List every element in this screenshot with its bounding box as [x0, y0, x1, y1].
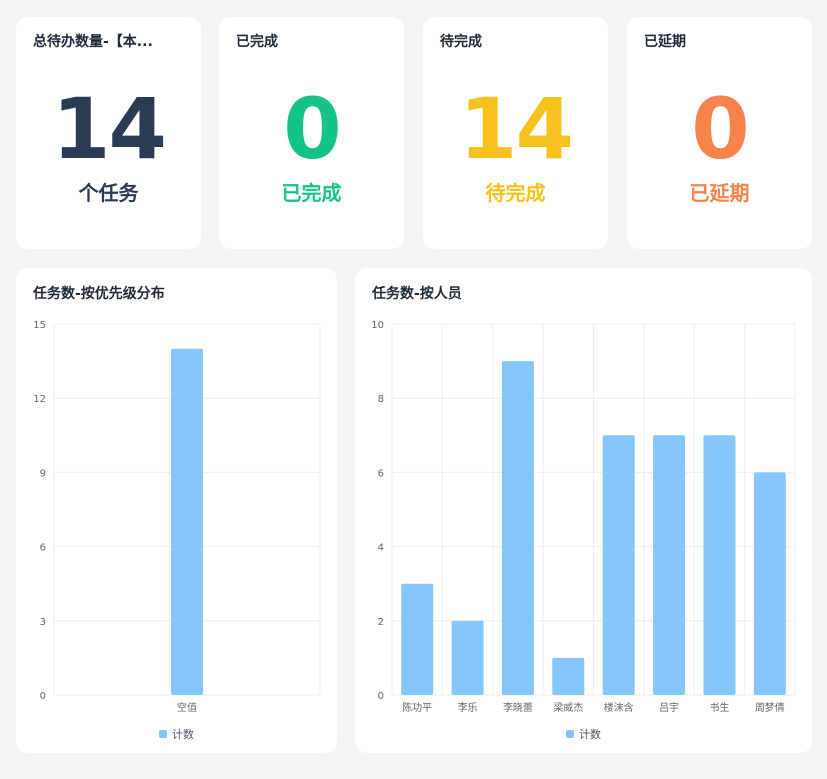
x-tick-label: 周梦倩	[755, 701, 785, 714]
y-tick-label: 6	[40, 543, 46, 554]
y-tick-label: 6	[378, 468, 384, 479]
stat-card-delayed: 已延期 0 已延期	[627, 17, 812, 249]
y-tick-label: 0	[378, 691, 384, 702]
x-tick-label: 楼沫含	[604, 701, 634, 714]
stat-label: 已延期	[689, 181, 750, 205]
bar-吕宇	[653, 435, 686, 695]
priority-chart: 0 3 6 9 12 15 空值	[33, 320, 321, 714]
y-tick-label: 12	[33, 394, 46, 405]
chart-legend[interactable]: 计数	[16, 726, 337, 742]
bar-梁威杰	[552, 657, 585, 695]
legend-swatch	[159, 730, 167, 738]
stat-value: 14	[52, 80, 167, 178]
y-tick-label: 3	[40, 617, 46, 628]
stat-card-total: 总待办数量-【本... 14 个任务	[16, 17, 201, 249]
stat-title: 已完成	[236, 34, 278, 50]
bar-陈功平	[401, 583, 434, 695]
y-tick-label: 9	[40, 468, 46, 479]
x-tick-label: 书生	[709, 701, 729, 714]
stat-label: 待完成	[485, 181, 546, 205]
x-tick-label: 李晓蕾	[503, 701, 533, 714]
stat-card-pending: 待完成 14 待完成	[423, 17, 608, 249]
bar-空值	[171, 348, 203, 695]
y-tick-label: 15	[33, 320, 46, 331]
y-tick-label: 0	[40, 691, 46, 702]
x-tick-label: 空值	[177, 701, 197, 714]
x-tick-label: 陈功平	[402, 701, 432, 714]
bar-书生	[703, 435, 736, 695]
stat-title: 总待办数量-【本...	[33, 34, 153, 50]
legend-label: 计数	[579, 728, 601, 741]
stat-title: 待完成	[440, 34, 482, 50]
stat-card-completed: 已完成 0 已完成	[219, 17, 404, 249]
y-tick-label: 2	[378, 617, 384, 628]
y-tick-label: 4	[378, 543, 384, 554]
chart-legend[interactable]: 计数	[355, 726, 812, 742]
legend-label: 计数	[172, 728, 194, 741]
chart-card-person: 任务数-按人员 0 2 4 6 8 10 陈功平 李乐 李晓蕾 梁威杰 楼沫含 吕宇 书生 周梦倩 计数	[355, 268, 812, 753]
stat-value: 0	[691, 80, 749, 178]
x-tick-label: 李乐	[458, 701, 478, 714]
stat-label: 已完成	[281, 181, 342, 205]
bar-周梦倩	[753, 472, 786, 695]
person-chart: 0 2 4 6 8 10 陈功平 李乐 李晓蕾 梁威杰 楼沫含 吕宇 书生 周梦倩	[371, 320, 796, 714]
stat-label: 个任务	[78, 181, 139, 205]
legend-swatch	[566, 730, 574, 738]
stat-value: 14	[459, 80, 574, 178]
stat-value: 0	[283, 80, 341, 178]
bar-李乐	[451, 620, 484, 695]
stat-title: 已延期	[644, 34, 686, 50]
x-tick-label: 梁威杰	[553, 701, 583, 714]
chart-card-priority: 任务数-按优先级分布 0 3 6 9 12 15 空值 计数	[16, 268, 337, 753]
y-tick-label: 8	[378, 394, 384, 405]
y-tick-label: 10	[371, 320, 384, 331]
bar-李晓蕾	[501, 361, 534, 695]
bar-楼沫含	[602, 435, 635, 695]
x-tick-label: 吕宇	[659, 701, 679, 714]
